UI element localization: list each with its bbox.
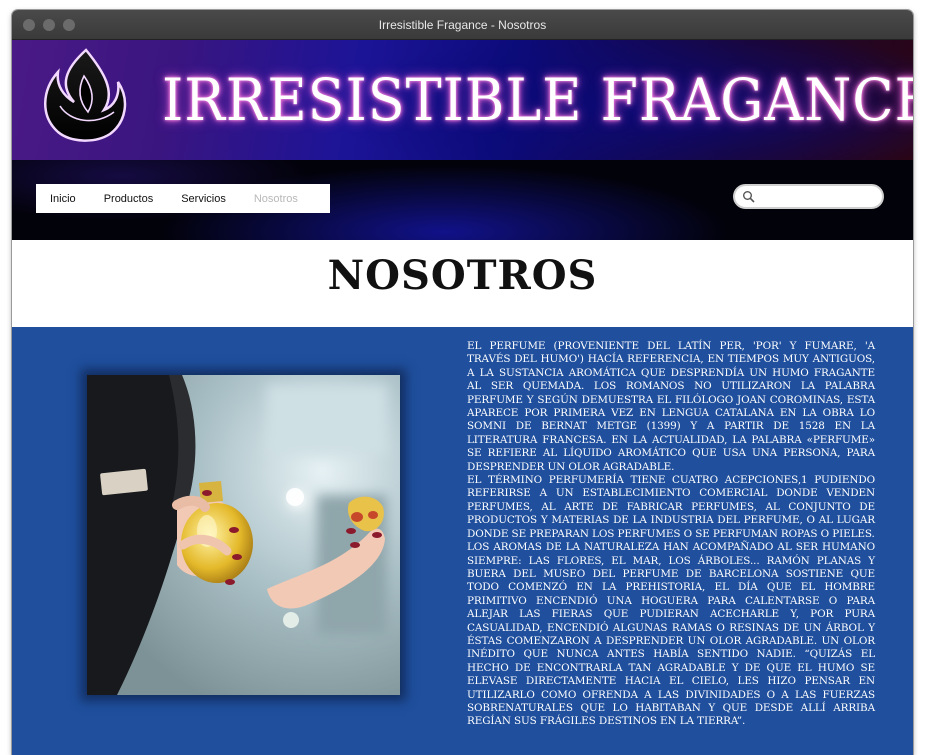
nav-item-servicios[interactable]: Servicios [181,193,226,205]
nav-item-productos[interactable]: Productos [104,193,154,205]
navigation-band: Inicio Productos Servicios Nosotros [12,160,913,240]
page-title: NOSOTROS [327,252,598,299]
search-input[interactable] [759,188,877,206]
about-content: El perfume (proveniente del latín per, '… [12,327,913,755]
perfume-photo-illustration [87,375,400,695]
browser-window: Irresistible Fragance - Nosotros IRRESIS… [12,10,913,755]
about-paragraph: El perfume (proveniente del latín per, '… [467,340,875,473]
window-titlebar: Irresistible Fragance - Nosotros [12,10,913,40]
about-paragraph: El término perfumería tiene cuatro acepc… [467,474,875,540]
brand-name[interactable]: IRRESISTIBLE FRAGANCE [162,60,913,140]
window-title: Irresistible Fragance - Nosotros [378,18,547,32]
nav-menu: Inicio Productos Servicios Nosotros [36,184,330,213]
about-paragraph: Los aromas de la naturaleza han acompaña… [467,541,875,728]
about-text: El perfume (proveniente del latín per, '… [467,340,875,740]
nav-item-nosotros[interactable]: Nosotros [254,193,298,205]
page-title-section: NOSOTROS [12,240,913,327]
flame-logo-icon [44,48,127,142]
search-box[interactable] [733,184,884,209]
nav-item-inicio[interactable]: Inicio [50,193,76,205]
search-icon [743,191,755,203]
site-banner: IRRESISTIBLE FRAGANCE [12,40,913,160]
perfume-photo [87,375,400,695]
